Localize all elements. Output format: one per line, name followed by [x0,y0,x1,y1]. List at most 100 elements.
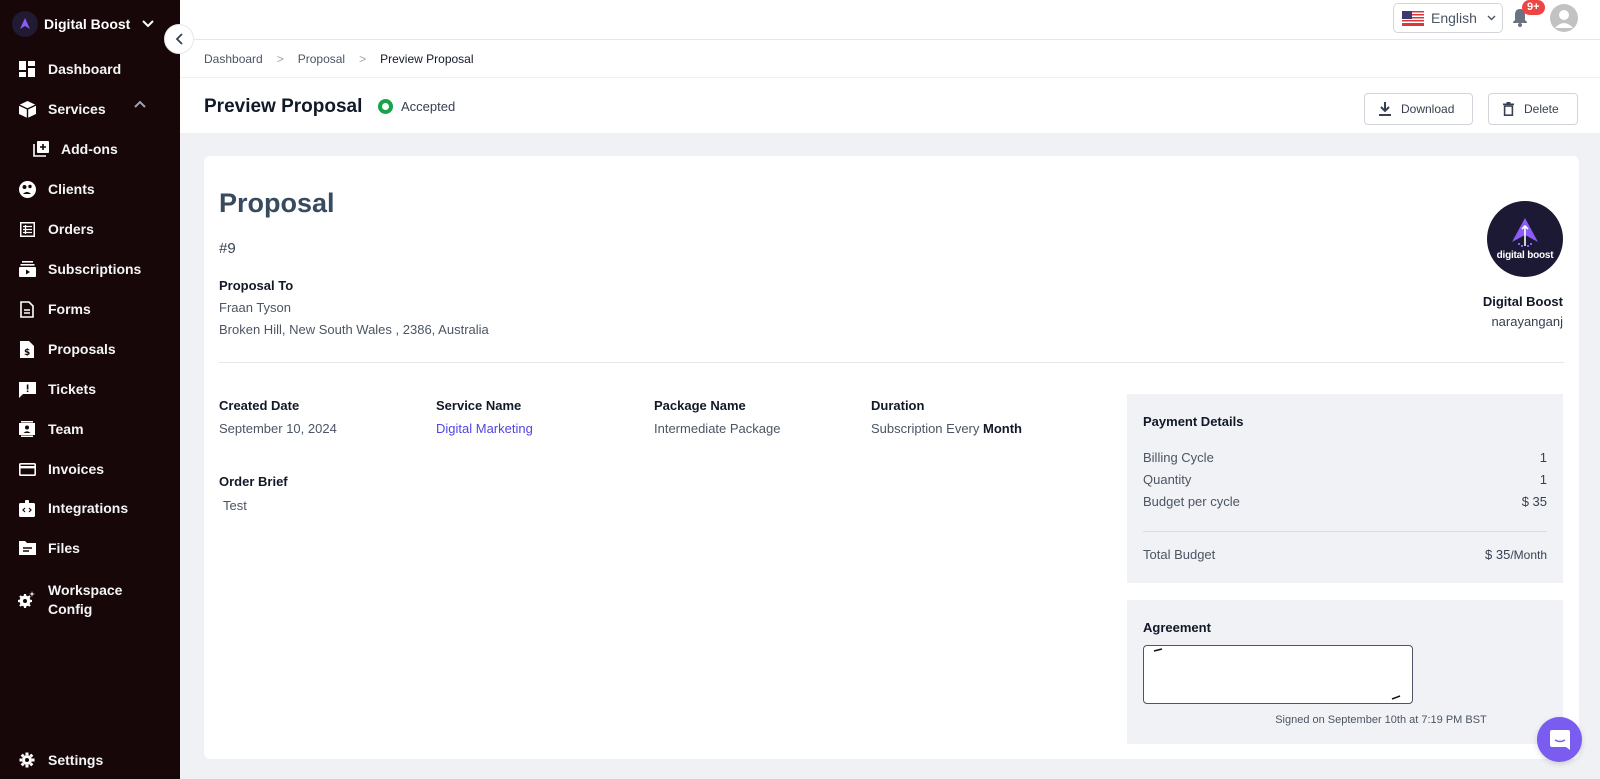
field-label: Created Date [219,398,300,413]
user-icon [1555,10,1573,28]
download-icon [1379,102,1391,116]
delete-button[interactable]: Delete [1488,93,1578,125]
add-box-icon [32,140,50,158]
delete-label: Delete [1524,102,1559,116]
order-brief: Order Brief Test [219,474,288,513]
sidebar-item-forms[interactable]: Forms [18,297,91,321]
sidebar-item-integrations[interactable]: Integrations [18,496,128,520]
client-name: Fraan Tyson [219,300,292,315]
payment-row-budget: Budget per cycle $ 35 [1143,494,1547,509]
payment-row-label: Budget per cycle [1143,494,1240,509]
duration-prefix: Subscription Every [871,421,980,436]
field-label: Service Name [436,398,522,413]
sidebar: Digital Boost Dashboard Services Add-ons… [0,0,180,779]
sidebar-item-label: Services [48,100,106,117]
chevron-up-icon[interactable] [134,100,146,108]
workspace-switcher[interactable]: Digital Boost [12,10,155,38]
sidebar-item-label: Clients [48,180,95,197]
download-label: Download [1401,102,1455,116]
sidebar-item-subscriptions[interactable]: Subscriptions [18,257,141,281]
payment-divider [1143,531,1547,532]
sidebar-item-label: Forms [48,300,91,317]
files-icon [18,539,36,557]
payment-total-row: Total Budget $ 35/Month [1143,547,1547,562]
agreement-section: Agreement Signed on September 10th at 7:… [1127,600,1563,744]
sidebar-item-services[interactable]: Services [18,97,106,121]
client-address: Broken Hill, New South Wales , 2386, Aus… [219,322,489,337]
sidebar-item-proposals[interactable]: $ Proposals [18,337,116,361]
sidebar-item-settings[interactable]: Settings [18,748,103,772]
order-brief-value: Test [223,498,247,513]
brand-name: Digital Boost [44,16,131,32]
payment-details: Payment Details Billing Cycle 1 Quantity… [1127,394,1563,583]
breadcrumb-dashboard[interactable]: Dashboard [204,52,263,66]
tickets-icon [18,380,36,398]
sidebar-item-label: Invoices [48,460,105,477]
svg-text:$: $ [24,348,30,358]
company-logo-text: digital boost [1496,249,1554,261]
language-select[interactable]: English [1393,3,1503,33]
status-label: Accepted [401,99,456,114]
sidebar-item-workspace-config[interactable]: Workspace Config [18,580,138,620]
page-header: Preview Proposal Accepted Download Delet… [180,78,1600,133]
team-icon [18,420,36,438]
sidebar-item-tickets[interactable]: Tickets [18,377,96,401]
boost-arrow-icon [1512,217,1538,247]
sidebar-item-label: Subscriptions [48,260,142,277]
status-indicator-icon [378,99,393,114]
integrations-icon [18,499,36,517]
subscriptions-icon [18,260,36,278]
total-budget-value: $ 35/Month [1485,547,1547,562]
workspace-config-icon [18,591,36,609]
field-value: Intermediate Package [654,421,781,436]
sidebar-collapse-button[interactable] [164,24,194,54]
signature-stroke [1153,648,1401,700]
payment-row-label: Quantity [1143,472,1192,487]
user-avatar[interactable] [1550,4,1578,32]
payment-row-value: $ 35 [1521,494,1547,509]
created-date-field: Created Date September 10, 2024 [219,398,337,436]
chat-support-button[interactable] [1537,717,1582,762]
sidebar-item-invoices[interactable]: Invoices [18,457,104,481]
sidebar-item-dashboard[interactable]: Dashboard [18,57,121,81]
trash-icon [1503,102,1514,116]
invoices-icon [18,460,36,478]
gear-icon [18,751,36,769]
sidebar-item-label: Workspace Config [48,582,123,617]
status-badge: Accepted [378,99,455,114]
orders-icon [18,220,36,238]
company-location: narayanganj [1491,314,1563,329]
duration-unit: Month [983,421,1022,436]
sidebar-item-files[interactable]: Files [18,536,80,560]
agreement-title: Agreement [1143,620,1211,635]
sidebar-item-clients[interactable]: Clients [18,177,95,201]
sidebar-item-team[interactable]: Team [18,417,84,441]
us-flag-icon [1402,10,1424,26]
sidebar-item-label: Tickets [48,380,96,397]
service-name-link[interactable]: Digital Marketing [436,421,533,436]
payment-details-title: Payment Details [1143,414,1244,429]
sidebar-item-label: Proposals [48,340,116,357]
breadcrumb-current: Preview Proposal [380,51,474,66]
notification-badge: 9+ [1522,0,1545,15]
breadcrumb-separator-icon: > [276,51,284,66]
breadcrumb-proposal[interactable]: Proposal [298,52,345,66]
sidebar-item-label: Orders [48,220,94,237]
proposals-icon: $ [18,340,36,358]
payment-row-value: 1 [1539,472,1547,487]
signed-timestamp: Signed on September 10th at 7:19 PM BST [1275,714,1487,726]
sidebar-item-label: Files [48,539,80,556]
page-title: Preview Proposal [204,96,363,117]
breadcrumb: Dashboard > Proposal > Preview Proposal [180,40,1600,78]
sidebar-item-add-ons[interactable]: Add-ons [32,137,118,161]
sidebar-item-label: Settings [48,751,104,768]
total-unit: /Month [1510,548,1547,562]
company-logo: digital boost [1487,201,1563,277]
download-button[interactable]: Download [1364,93,1473,125]
signature-pad[interactable] [1143,645,1413,704]
sidebar-item-orders[interactable]: Orders [18,217,94,241]
total-amount: $ 35 [1485,547,1511,562]
field-label: Package Name [654,398,746,413]
section-divider [219,362,1564,363]
brand-logo [12,11,38,37]
